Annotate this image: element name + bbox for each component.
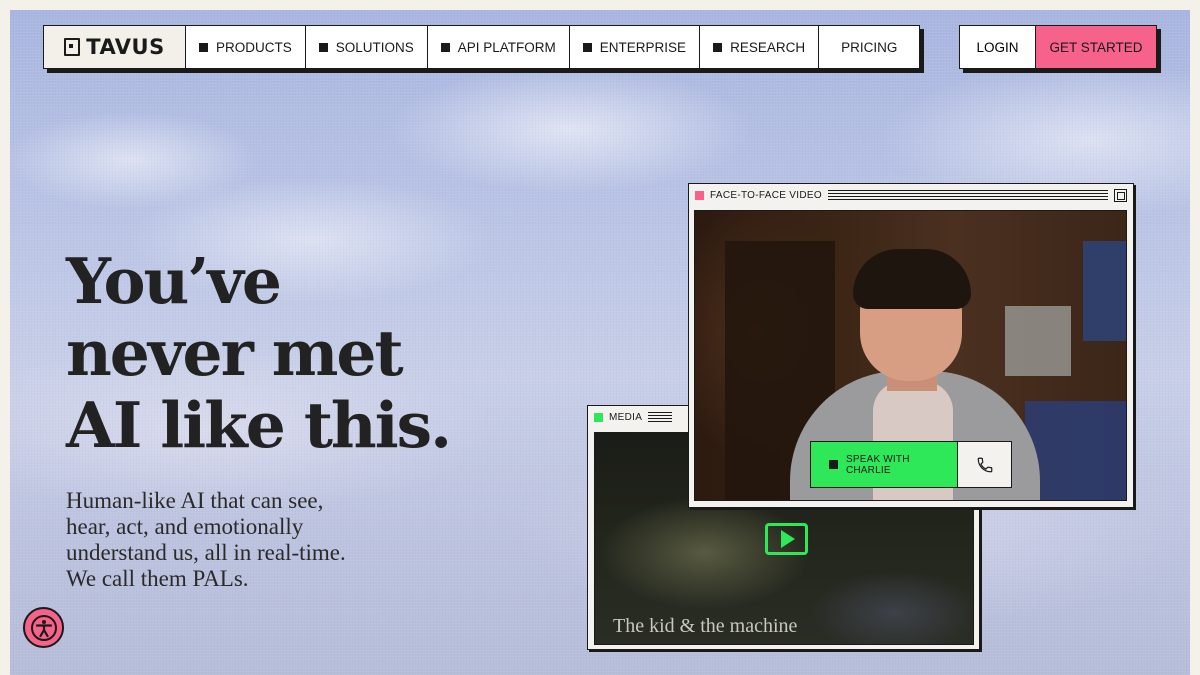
nav-item-products[interactable]: PRODUCTS xyxy=(186,26,306,68)
media-window-title: MEDIA xyxy=(609,411,643,423)
nav-item-solutions[interactable]: SOLUTIONS xyxy=(306,26,428,68)
media-caption: The kid & the machine xyxy=(613,615,798,637)
bullet-icon xyxy=(199,42,208,52)
nav-label: PRODUCTS xyxy=(216,39,292,55)
wall-poster xyxy=(1005,306,1071,376)
brand-logo[interactable]: TAVUS xyxy=(44,26,186,68)
bullet-icon xyxy=(318,42,328,52)
status-dot-icon xyxy=(695,190,704,200)
login-button[interactable]: LOGIN xyxy=(960,26,1036,68)
maximize-icon[interactable] xyxy=(1114,188,1127,202)
phone-icon xyxy=(977,457,992,472)
titlebar-stripes xyxy=(827,190,1108,200)
nav-item-api-platform[interactable]: API PLATFORM xyxy=(428,26,570,68)
auth-buttons: LOGIN GET STARTED xyxy=(959,25,1157,69)
speak-with-charlie-button[interactable]: SPEAK WITH CHARLIE xyxy=(811,442,958,487)
hero-headline: You’ve never met AI like this. xyxy=(66,245,486,461)
video-titlebar: FACE-TO-FACE VIDEO xyxy=(689,184,1133,206)
video-window-title: FACE-TO-FACE VIDEO xyxy=(710,189,822,201)
wall-poster xyxy=(1083,241,1126,341)
accessibility-button[interactable] xyxy=(23,607,64,648)
get-started-button[interactable]: GET STARTED xyxy=(1036,26,1156,68)
titlebar-stripes xyxy=(648,412,673,422)
nav-label: PRICING xyxy=(841,39,898,55)
person-hair xyxy=(853,249,971,309)
background-bed xyxy=(1025,401,1126,500)
speak-with-charlie-control: SPEAK WITH CHARLIE xyxy=(810,441,1012,488)
tavus-logo-icon xyxy=(64,38,81,56)
nav-label: ENTERPRISE xyxy=(599,39,687,55)
status-dot-icon xyxy=(594,412,603,422)
nav-label: RESEARCH xyxy=(730,39,806,55)
main-nav: TAVUS PRODUCTS SOLUTIONS API PLATFORM EN… xyxy=(43,25,921,69)
bullet-icon xyxy=(440,42,450,52)
headline-line: AI like this. xyxy=(66,388,452,462)
call-button[interactable] xyxy=(958,442,1011,487)
nav-item-research[interactable]: RESEARCH xyxy=(700,26,820,68)
headline-line: You’ve xyxy=(66,244,282,318)
bullet-icon xyxy=(582,42,592,52)
accessibility-icon xyxy=(30,614,57,641)
hero-subtext: Human-like AI that can see, hear, act, a… xyxy=(66,488,346,591)
play-icon[interactable] xyxy=(765,523,808,555)
nav-item-pricing[interactable]: PRICING xyxy=(819,26,919,68)
bullet-icon xyxy=(713,42,723,52)
bullet-icon xyxy=(829,460,838,469)
nav-label: SOLUTIONS xyxy=(335,39,414,55)
headline-line: never met xyxy=(66,316,404,390)
brand-name: TAVUS xyxy=(86,35,165,59)
nav-item-enterprise[interactable]: ENTERPRISE xyxy=(570,26,701,68)
speak-label: SPEAK WITH CHARLIE xyxy=(845,453,910,476)
nav-label: API PLATFORM xyxy=(457,39,556,55)
